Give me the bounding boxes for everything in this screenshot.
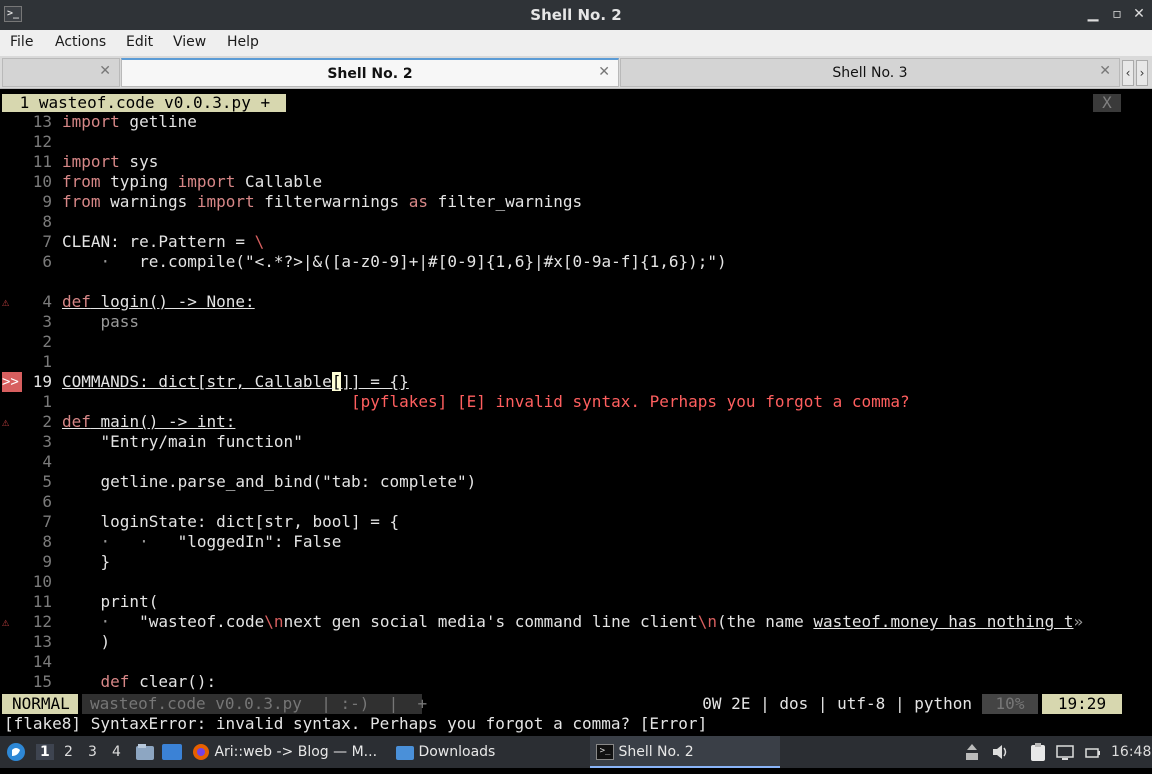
vim-statusline: NORMAL wasteof.code v0.0.3.py | :-) | + … [0, 694, 1152, 714]
terminal-icon: >_ [596, 744, 614, 760]
menu-help[interactable]: Help [227, 34, 259, 50]
tab-bar: ✕ Shell No. 2 ✕ Shell No. 3 ✕ [0, 56, 1152, 89]
power-icon[interactable] [1084, 743, 1100, 761]
network-icon[interactable] [1056, 743, 1074, 761]
folder-icon [396, 746, 414, 760]
tab-shell-2[interactable]: Shell No. 2 ✕ [121, 58, 619, 87]
code-line-current: >> 19 COMMANDS: dict[str, Callable[]] = {} [2, 372, 409, 392]
tab-close-icon[interactable]: ✕ [1099, 63, 1111, 79]
taskbar-app-label: Ari::web -> Blog — M... [214, 744, 378, 760]
menubar: File Actions Edit View Help [0, 30, 1152, 56]
tab-label: Shell No. 2 [327, 66, 413, 82]
workspace-3[interactable]: 3 [88, 744, 97, 760]
start-menu-icon[interactable] [6, 736, 26, 768]
vim-status-position: 19:29 [1042, 694, 1122, 714]
desktop-icon[interactable] [162, 736, 184, 768]
taskbar-app-downloads[interactable]: Downloads [396, 736, 586, 768]
taskbar: 1 2 3 4 Ari::web -> Blog — M... Download… [0, 736, 1152, 768]
menu-edit[interactable]: Edit [126, 34, 153, 50]
workspace-4[interactable]: 4 [112, 744, 121, 760]
window-title: Shell No. 2 [530, 6, 622, 24]
window-titlebar: >_ Shell No. 2 ▁ ▫ ✕ [0, 0, 1152, 30]
firefox-icon [193, 744, 209, 760]
taskbar-app-label: Downloads [418, 744, 496, 760]
tab-close-icon[interactable]: ✕ [99, 63, 111, 79]
vim-status-file: wasteof.code v0.0.3.py | :-) | + [82, 694, 427, 714]
volume-icon[interactable] [992, 743, 1008, 761]
clock[interactable]: 16:48 [1111, 744, 1151, 760]
menu-actions[interactable]: Actions [55, 34, 106, 50]
tab-scroll-right-icon[interactable]: › [1136, 60, 1148, 86]
vim-bufferline[interactable]: 1 wasteof.code v0.0.3.py + [2, 94, 286, 112]
clipboard-icon[interactable] [1030, 743, 1046, 761]
vim-close-button[interactable]: X [1093, 94, 1121, 112]
taskbar-app-label: Shell No. 2 [618, 744, 694, 760]
taskbar-app-browser[interactable]: Ari::web -> Blog — M... [192, 736, 382, 768]
vim-mode: NORMAL [2, 694, 78, 714]
taskbar-app-terminal[interactable]: >_ Shell No. 2 [590, 736, 780, 768]
tab-shell-3[interactable]: Shell No. 3 ✕ [620, 58, 1120, 87]
vim-status-percent: 10% [982, 694, 1038, 714]
terminal-area[interactable]: 1 wasteof.code v0.0.3.py + X 13 import ge… [0, 91, 1152, 736]
text-cursor: [ [331, 372, 342, 391]
vim-cmdline: [flake8] SyntaxError: invalid syntax. Pe… [4, 714, 708, 733]
tab-close-icon[interactable]: ✕ [598, 64, 610, 80]
menu-view[interactable]: View [173, 34, 206, 50]
menu-file[interactable]: File [10, 34, 33, 50]
tab-1[interactable]: ✕ [2, 58, 120, 87]
vim-status-info: 0W 2E | dos | utf-8 | python [702, 694, 972, 713]
tab-scroll-left-icon[interactable]: ‹ [1122, 60, 1134, 86]
minimize-icon[interactable]: ▁ [1084, 5, 1102, 23]
upload-icon[interactable] [964, 743, 980, 761]
tab-label: Shell No. 3 [832, 65, 908, 81]
file-manager-icon[interactable] [136, 736, 156, 768]
close-icon[interactable]: ✕ [1130, 5, 1148, 23]
workspace-1[interactable]: 1 [36, 744, 54, 760]
maximize-icon[interactable]: ▫ [1108, 5, 1126, 23]
workspace-2[interactable]: 2 [64, 744, 73, 760]
